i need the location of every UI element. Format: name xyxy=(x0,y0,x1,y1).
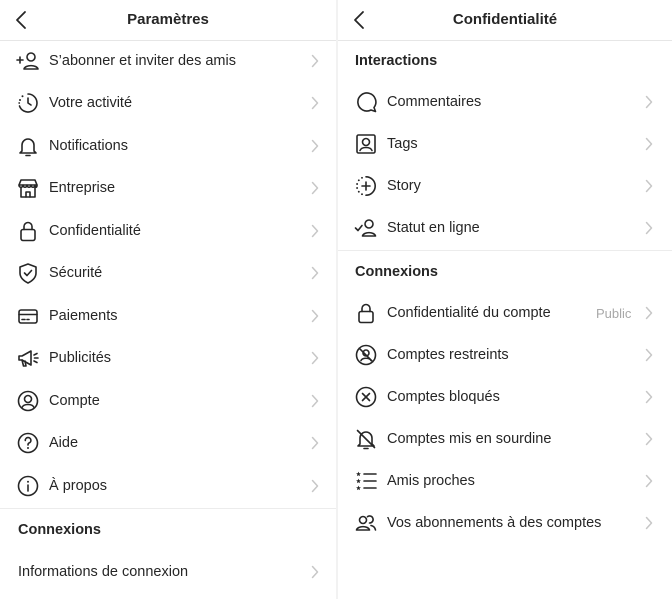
privacy-item-story[interactable]: Story xyxy=(338,165,672,207)
settings-item-ads[interactable]: Publicités xyxy=(0,337,336,379)
settings-item-account[interactable]: Compte xyxy=(0,380,336,422)
chevron-right-icon xyxy=(311,309,319,323)
bell-icon xyxy=(17,135,39,157)
settings-item-label: S’abonner et inviter des amis xyxy=(49,53,236,69)
privacy-item-label: Comptes bloqués xyxy=(387,389,500,405)
privacy-item-online-status[interactable]: Statut en ligne xyxy=(338,207,672,249)
settings-item-label: Compte xyxy=(49,393,100,409)
chevron-right-icon xyxy=(645,516,653,530)
settings-item-label: Informations de connexion xyxy=(18,564,189,580)
settings-item-label: Entreprise xyxy=(49,180,116,196)
lock-icon xyxy=(355,302,377,324)
chevron-right-icon xyxy=(311,565,319,579)
section-divider xyxy=(0,508,336,509)
privacy-item-following[interactable]: Vos abonnements à des comptes xyxy=(338,502,672,544)
section-title-connexions: Connexions xyxy=(355,264,438,280)
settings-item-security[interactable]: Sécurité xyxy=(0,252,336,294)
shop-icon xyxy=(17,177,39,199)
settings-item-label: Confidentialité xyxy=(49,223,141,239)
chevron-right-icon xyxy=(311,54,319,68)
privacy-item-label: Comptes mis en sourdine xyxy=(387,431,552,447)
privacy-item-tags[interactable]: Tags xyxy=(338,123,672,165)
comment-icon xyxy=(355,91,377,113)
settings-item-label: Publicités xyxy=(49,350,112,366)
chevron-right-icon xyxy=(645,390,653,404)
chevron-right-icon xyxy=(311,436,319,450)
chevron-right-icon xyxy=(311,139,319,153)
chevron-right-icon xyxy=(311,224,319,238)
page-title: Confidentialité xyxy=(452,11,558,28)
close-friends-list-icon xyxy=(355,470,377,492)
muted-bell-icon xyxy=(355,428,377,450)
settings-item-label: À propos xyxy=(49,478,108,494)
help-icon xyxy=(17,432,39,454)
add-person-icon xyxy=(16,50,39,72)
settings-item-help[interactable]: Aide xyxy=(0,422,336,464)
privacy-item-label: Amis proches xyxy=(387,473,475,489)
privacy-item-label: Tags xyxy=(387,136,418,152)
settings-item-login-info[interactable]: Informations de connexion xyxy=(0,551,336,593)
story-add-icon xyxy=(355,175,377,197)
chevron-right-icon xyxy=(645,474,653,488)
privacy-header: Confidentialité xyxy=(338,0,672,41)
privacy-item-blocked[interactable]: Comptes bloqués xyxy=(338,376,672,418)
privacy-item-muted[interactable]: Comptes mis en sourdine xyxy=(338,418,672,460)
privacy-item-account-privacy[interactable]: Confidentialité du compte Public xyxy=(338,292,672,334)
account-circle-icon xyxy=(17,390,39,412)
privacy-item-label: Comptes restreints xyxy=(387,347,509,363)
settings-item-business[interactable]: Entreprise xyxy=(0,167,336,209)
settings-item-payments[interactable]: Paiements xyxy=(0,295,336,337)
settings-item-label: Notifications xyxy=(49,138,128,154)
chevron-right-icon xyxy=(311,181,319,195)
settings-item-privacy[interactable]: Confidentialité xyxy=(0,210,336,252)
privacy-item-restricted[interactable]: Comptes restreints xyxy=(338,334,672,376)
privacy-panel: Confidentialité Interactions Commentaire… xyxy=(338,0,672,599)
credit-card-icon xyxy=(17,305,39,327)
info-icon xyxy=(17,475,39,497)
chevron-right-icon xyxy=(645,306,653,320)
chevron-right-icon xyxy=(311,351,319,365)
section-title-interactions: Interactions xyxy=(355,53,438,69)
section-divider xyxy=(338,250,672,251)
privacy-item-label: Statut en ligne xyxy=(387,220,480,236)
settings-item-label: Paiements xyxy=(49,308,118,324)
activity-clock-icon xyxy=(17,92,39,114)
lock-icon xyxy=(17,220,39,242)
chevron-right-icon xyxy=(645,179,653,193)
privacy-item-label: Story xyxy=(387,178,421,194)
privacy-item-close-friends[interactable]: Amis proches xyxy=(338,460,672,502)
blocked-icon xyxy=(355,386,377,408)
privacy-item-label: Commentaires xyxy=(387,94,482,110)
tag-person-icon xyxy=(355,133,377,155)
settings-item-label: Sécurité xyxy=(49,265,103,281)
settings-item-label: Votre activité xyxy=(49,95,133,111)
settings-item-notifications[interactable]: Notifications xyxy=(0,125,336,167)
settings-item-about[interactable]: À propos xyxy=(0,465,336,507)
settings-item-follow-invite[interactable]: S’abonner et inviter des amis xyxy=(0,40,336,82)
account-privacy-value: Public xyxy=(596,306,632,321)
page-title: Paramètres xyxy=(127,11,209,28)
chevron-right-icon xyxy=(645,432,653,446)
settings-item-activity[interactable]: Votre activité xyxy=(0,82,336,124)
chevron-right-icon xyxy=(311,96,319,110)
settings-item-label: Aide xyxy=(49,435,79,451)
chevron-right-icon xyxy=(311,394,319,408)
chevron-right-icon xyxy=(645,137,653,151)
settings-panel: Paramètres S’abonner et inviter des amis… xyxy=(0,0,336,599)
settings-header: Paramètres xyxy=(0,0,336,41)
privacy-item-comments[interactable]: Commentaires xyxy=(338,81,672,123)
chevron-right-icon xyxy=(645,95,653,109)
restricted-icon xyxy=(355,344,377,366)
privacy-item-label: Confidentialité du compte xyxy=(387,305,551,321)
shield-check-icon xyxy=(17,262,39,284)
online-status-icon xyxy=(354,217,377,239)
section-title-connexions: Connexions xyxy=(18,522,101,538)
megaphone-icon xyxy=(17,347,39,369)
following-people-icon xyxy=(354,512,377,534)
chevron-right-icon xyxy=(645,348,653,362)
privacy-item-label: Vos abonnements à des comptes xyxy=(387,515,602,531)
chevron-right-icon xyxy=(311,266,319,280)
chevron-right-icon xyxy=(311,479,319,493)
chevron-right-icon xyxy=(645,221,653,235)
